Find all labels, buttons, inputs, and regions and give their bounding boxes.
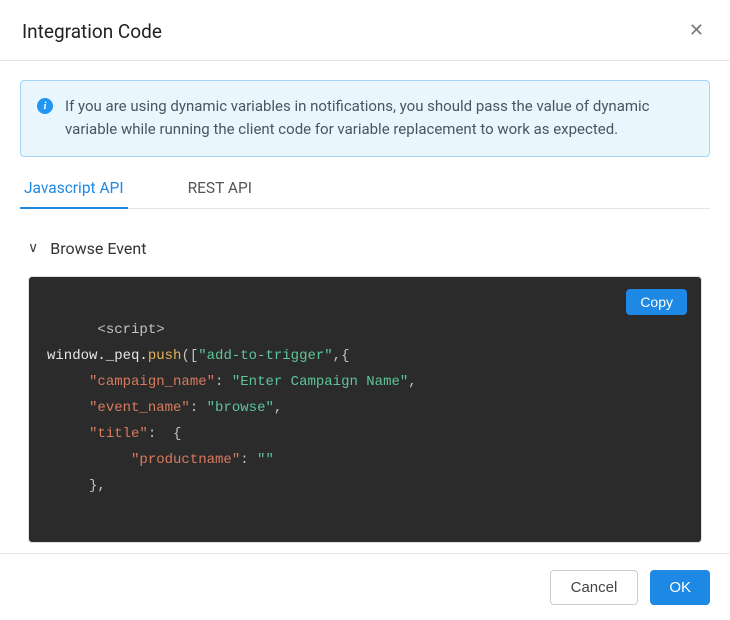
- tabs: Javascript API REST API: [20, 167, 710, 209]
- cancel-button[interactable]: Cancel: [550, 570, 639, 605]
- code-token: "Enter Campaign Name": [232, 374, 408, 390]
- chevron-down-icon: ∨: [28, 241, 38, 255]
- code-token: {: [165, 426, 182, 442]
- close-icon[interactable]: ✕: [685, 18, 708, 44]
- code-token: "event_name": [89, 400, 190, 416]
- code-token: ([: [181, 348, 198, 364]
- code-token: window._peq.: [47, 348, 148, 364]
- code-token: "title": [89, 426, 148, 442]
- code-token: <script>: [97, 322, 164, 338]
- tab-rest-api[interactable]: REST API: [184, 167, 256, 209]
- info-alert-text: If you are using dynamic variables in no…: [65, 95, 693, 142]
- code-token: push: [148, 348, 182, 364]
- modal-header: Integration Code ✕: [0, 0, 730, 61]
- code-token: ,: [408, 374, 416, 390]
- code-token: :: [190, 400, 207, 416]
- info-alert: i If you are using dynamic variables in …: [20, 80, 710, 157]
- modal-title: Integration Code: [22, 20, 162, 43]
- ok-button[interactable]: OK: [650, 570, 710, 605]
- code-token: "productname": [131, 452, 240, 468]
- code-token: "": [257, 452, 274, 468]
- code-token: "campaign_name": [89, 374, 215, 390]
- code-token: "browse": [207, 400, 274, 416]
- code-token: :: [215, 374, 232, 390]
- section-title: Browse Event: [50, 239, 146, 258]
- code-token: :: [240, 452, 257, 468]
- code-wrapper: Copy <script> window._peq.push(["add-to-t…: [28, 276, 702, 543]
- code-token: ,: [274, 400, 282, 416]
- modal-footer: Cancel OK: [0, 553, 730, 620]
- code-token: ,{: [333, 348, 350, 364]
- code-token: },: [89, 478, 106, 494]
- code-block: Copy <script> window._peq.push(["add-to-t…: [29, 277, 701, 542]
- code-token: "add-to-trigger": [198, 348, 332, 364]
- copy-button[interactable]: Copy: [626, 289, 687, 315]
- code-token: :: [148, 426, 165, 442]
- modal-body[interactable]: i If you are using dynamic variables in …: [0, 60, 730, 553]
- section-header-browse-event[interactable]: ∨ Browse Event: [20, 239, 710, 258]
- info-icon: i: [37, 98, 53, 114]
- tab-javascript-api[interactable]: Javascript API: [20, 167, 128, 209]
